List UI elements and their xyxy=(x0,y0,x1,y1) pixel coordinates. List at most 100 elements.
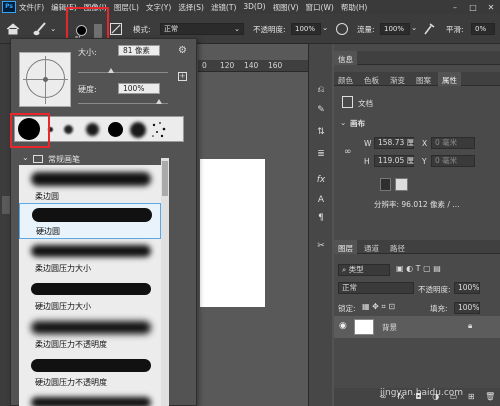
brush-list: 柔边圆 硬边圆 柔边圆压力大小 硬边圆压力大小 柔边圆压力不透明度 硬边圆压力不… xyxy=(19,165,161,406)
menu-view[interactable]: 视图(V) xyxy=(273,2,299,13)
type-filter-icon[interactable]: T xyxy=(416,264,421,273)
scrollbar-thumb[interactable] xyxy=(162,161,168,196)
folder-name[interactable]: 常规画笔 xyxy=(48,154,80,165)
hardness-label: 硬度: xyxy=(78,85,97,94)
width-label: W xyxy=(364,139,372,148)
lock-position-icon[interactable]: ✥ xyxy=(372,302,379,311)
maximize-icon[interactable]: □ xyxy=(464,3,482,12)
new-layer-icon[interactable]: ⊞ xyxy=(468,392,475,401)
blend-mode-select[interactable]: 正常 xyxy=(338,282,414,294)
hardness-slider[interactable] xyxy=(78,103,168,104)
hardness-slider-thumb[interactable] xyxy=(156,99,162,104)
character-icon[interactable]: A xyxy=(314,194,328,206)
menu-file[interactable]: 文件(F) xyxy=(19,2,44,13)
toolbar-collapse-icon[interactable] xyxy=(2,196,10,214)
preset-soft-medium[interactable] xyxy=(86,123,99,136)
gear-icon[interactable]: ⚙ xyxy=(178,45,187,56)
x-field[interactable]: 0 毫米 xyxy=(431,137,475,149)
lock-all-icon[interactable]: ⊡ xyxy=(388,302,395,311)
layer-row-background[interactable]: ◉ 背景 🔒︎ xyxy=(334,316,500,338)
folder-expand-chevron-icon[interactable]: ⌄ xyxy=(22,153,29,162)
brush-list-scrollbar[interactable] xyxy=(161,158,169,406)
height-field[interactable]: 119.05 厘 xyxy=(374,155,414,167)
preset-spatter[interactable] xyxy=(150,120,168,140)
brush-item-hard-round-pressure-size[interactable]: 硬边圆压力大小 xyxy=(19,277,161,315)
minimize-icon[interactable]: – xyxy=(446,3,464,12)
tab-paths[interactable]: 路径 xyxy=(386,240,409,254)
preset-soft-small[interactable] xyxy=(64,125,73,134)
fill-field[interactable]: 100% xyxy=(454,302,480,314)
flow-field[interactable]: 100% xyxy=(380,23,410,35)
flow-value: 100% xyxy=(384,25,405,33)
tool-preset-chevron-icon[interactable]: ⌄ xyxy=(50,24,56,33)
lock-pixels-icon[interactable]: ▦ xyxy=(362,302,370,311)
menu-help[interactable]: 帮助(H) xyxy=(341,2,368,13)
layer-filter-select[interactable]: ⌕ 类型 xyxy=(338,264,390,276)
menu-type[interactable]: 文字(Y) xyxy=(146,2,171,13)
brush-item-hard-round[interactable]: 硬边圆 xyxy=(19,203,161,239)
tab-color[interactable]: 颜色 xyxy=(334,72,357,86)
brush-item-hard-round-pressure-opacity[interactable]: 硬边圆压力不透明度 xyxy=(19,353,161,391)
layer-opacity-field[interactable]: 100% xyxy=(454,282,480,294)
brush-item-partial[interactable] xyxy=(19,391,161,406)
tab-channels[interactable]: 通道 xyxy=(360,240,383,254)
tab-layers[interactable]: 图层 xyxy=(334,240,357,254)
pixel-filter-icon[interactable]: ▣ xyxy=(396,264,404,273)
brush-item-soft-round-pressure-opacity[interactable]: 柔边圆压力不透明度 xyxy=(19,315,161,353)
size-slider-thumb[interactable] xyxy=(108,68,114,73)
delete-layer-icon[interactable]: 🗑︎ xyxy=(485,392,495,401)
paragraph-icon[interactable]: ¶ xyxy=(314,212,328,224)
adjust-icon[interactable]: ⇅ xyxy=(314,126,328,138)
shape-filter-icon[interactable]: ▢ xyxy=(423,264,431,273)
adjustment-filter-icon[interactable]: ◐ xyxy=(406,264,413,273)
size-slider[interactable] xyxy=(78,72,168,73)
tab-patterns[interactable]: 图案 xyxy=(412,72,435,86)
blend-mode-value: 正常 xyxy=(342,283,357,292)
close-icon[interactable]: ✕ xyxy=(482,3,500,12)
tab-swatches[interactable]: 色板 xyxy=(360,72,383,86)
visibility-eye-icon[interactable]: ◉ xyxy=(339,321,347,331)
menu-select[interactable]: 选择(S) xyxy=(178,2,204,13)
flow-chevron-icon[interactable]: ⌄ xyxy=(411,23,417,32)
brush-tool-icon[interactable] xyxy=(32,22,48,38)
preset-soft-large[interactable] xyxy=(130,122,146,138)
link-dimensions-icon[interactable]: ∞ xyxy=(344,147,352,157)
brush-item-soft-round[interactable]: 柔边圆 xyxy=(19,165,161,203)
brush-angle-roundness-preview[interactable] xyxy=(19,52,71,107)
width-field[interactable]: 158.73 厘 xyxy=(374,137,414,149)
size-input[interactable]: 81 像素 xyxy=(118,45,160,56)
resolution-readout: 分辨率: 96.012 像素 / ... xyxy=(374,200,460,209)
smooth-field[interactable]: 0% xyxy=(471,23,495,35)
landscape-orientation-icon[interactable] xyxy=(395,178,408,191)
opacity-field[interactable]: 100% xyxy=(291,23,321,35)
opacity-chevron-icon[interactable]: ⌄ xyxy=(322,23,328,32)
menu-filter[interactable]: 滤镜(T) xyxy=(211,2,236,13)
new-preset-icon[interactable]: + xyxy=(178,72,187,81)
brush-item-soft-round-pressure-size[interactable]: 柔边圆压力大小 xyxy=(19,239,161,277)
clone-source-icon[interactable]: ≣ xyxy=(314,148,328,160)
ps-logo-icon[interactable]: Ps xyxy=(2,1,16,13)
smart-filter-icon[interactable]: ▤ xyxy=(433,264,441,273)
menu-3d[interactable]: 3D(D) xyxy=(243,2,265,13)
y-field[interactable]: 0 毫米 xyxy=(431,155,475,167)
lock-artboard-icon[interactable]: ⌗ xyxy=(381,302,386,311)
brush-settings-icon[interactable]: ✎ xyxy=(314,104,328,116)
document-canvas[interactable] xyxy=(200,159,265,307)
tab-gradients[interactable]: 渐变 xyxy=(386,72,409,86)
preset-hard-medium[interactable] xyxy=(108,122,123,137)
airbrush-icon[interactable] xyxy=(423,22,435,38)
canvas-section-chevron-icon[interactable]: ⌄ xyxy=(340,118,346,127)
menu-layer[interactable]: 图层(L) xyxy=(114,2,139,13)
tab-info[interactable]: 信息 xyxy=(334,51,357,65)
home-icon[interactable] xyxy=(6,23,20,37)
brush-settings-panel-icon[interactable] xyxy=(110,23,122,35)
mode-select[interactable]: 正常 ⌄ xyxy=(160,23,244,35)
hardness-input[interactable]: 100% xyxy=(118,83,160,94)
history-icon[interactable]: ⎌ xyxy=(314,84,328,96)
fx-icon[interactable]: fx xyxy=(314,174,328,186)
tools-presets-icon[interactable]: ✂ xyxy=(314,240,328,252)
portrait-orientation-icon[interactable] xyxy=(380,178,391,191)
menu-window[interactable]: 窗口(W) xyxy=(306,2,334,13)
pressure-opacity-icon[interactable] xyxy=(336,23,348,35)
tab-properties[interactable]: 属性 xyxy=(438,72,461,86)
